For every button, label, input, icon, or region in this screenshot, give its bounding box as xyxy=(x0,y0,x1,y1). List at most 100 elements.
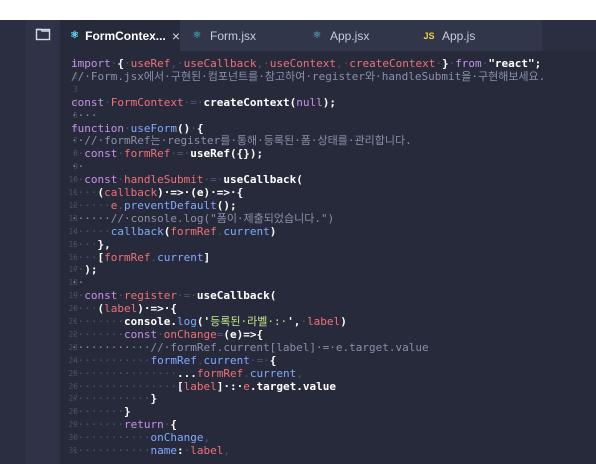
code-line[interactable]: 8 ··const·formRef·=·useRef({}); xyxy=(60,148,596,160)
code-token: current xyxy=(249,366,297,380)
code-text: ····(callback)·=>·(e)·=>·{ xyxy=(71,187,243,199)
code-token: createContext( xyxy=(203,95,297,109)
code-token: return xyxy=(123,418,164,432)
code-line[interactable]: 5 ···· xyxy=(60,109,596,122)
code-line[interactable]: 20 ····(label)·=>·{ xyxy=(60,303,596,315)
code-line[interactable]: 19 ··const·register·=·useCallback( xyxy=(60,290,596,302)
code-token: FormContext xyxy=(110,95,184,109)
code-text: ············formRef.current·=·{ xyxy=(71,353,277,367)
tab-label: App.jsx xyxy=(330,28,370,43)
code-line[interactable]: 16 ····[formRef.current] xyxy=(60,250,596,264)
code-line[interactable]: 18 ·· xyxy=(60,277,596,289)
code-text: ··); xyxy=(71,264,98,276)
explorer-panel[interactable] xyxy=(26,20,60,464)
code-token: useContext xyxy=(269,57,336,70)
code-text: ·· xyxy=(71,277,84,289)
react-icon: ⚛ xyxy=(192,30,202,41)
code-text: //·Form.jsx에서·구현된·컴포넌트를·참고하여·register와·h… xyxy=(71,69,546,83)
code-line[interactable]: 14 ······callback(formRef.current) xyxy=(60,225,596,238)
code-token: name xyxy=(150,444,177,457)
code-text: ··const·formRef·=·useRef({}); xyxy=(71,148,263,160)
code-token: const xyxy=(123,327,158,341)
code-line[interactable]: 22 ········const·onChange=(e)=>{ xyxy=(60,327,596,341)
code-text: ················...formRef.current, xyxy=(71,366,303,380)
code-token: null xyxy=(296,95,323,109)
code-line[interactable]: 1 import·{·useRef,·useCallback,·useContex… xyxy=(60,58,596,70)
code-line[interactable]: 2//·Form.jsx에서·구현된·컴포넌트를·참고하여·register와·… xyxy=(60,69,596,83)
code-token: const xyxy=(84,289,118,303)
code-token: useRef({}); xyxy=(190,147,264,161)
tab-bar: ⚛ FormContex... × ⚛ Form.jsx ⚛ App.jsx JS App.js xyxy=(60,20,596,51)
code-line[interactable]: 9 ·· xyxy=(60,161,596,173)
tab-label: Form.jsx xyxy=(210,28,256,43)
close-icon[interactable]: × xyxy=(172,28,180,44)
tab-2[interactable]: ⚛ Form.jsx xyxy=(180,20,300,51)
code-token: console. xyxy=(123,315,177,328)
code-token: · xyxy=(123,121,131,135)
tab-4[interactable]: JS App.js xyxy=(412,20,542,51)
code-line[interactable]: 13 ······//·console.log("폼이·제출되었습니다.") xyxy=(60,212,596,225)
tab-label: FormContex... xyxy=(85,28,166,43)
code-token: preventDefault xyxy=(124,198,217,212)
code-line[interactable]: 27 ············} xyxy=(60,393,596,405)
code-line[interactable]: 25 ················...formRef.current, xyxy=(60,366,596,380)
code-token: const xyxy=(84,147,118,161)
code-line[interactable]: 28 ········} xyxy=(60,406,596,418)
code-line[interactable]: 12 ······e.preventDefault(); xyxy=(60,198,596,212)
code-line[interactable]: 4 const·FormContext·=·createContext(null)… xyxy=(60,95,596,109)
code-token: useRef xyxy=(130,57,171,70)
code-token: ,· xyxy=(256,57,270,70)
tab-3[interactable]: ⚛ App.jsx xyxy=(300,20,412,51)
code-text: ············name:·label, xyxy=(71,445,230,457)
code-token: }, xyxy=(97,237,111,251)
code-line[interactable]: 24 ············formRef.current·=·{ xyxy=(60,353,596,367)
code-token: onChange xyxy=(150,431,204,445)
code-token: formRef xyxy=(150,353,197,367)
code-token: ,· xyxy=(335,57,350,70)
code-token: )·=>·{ xyxy=(137,302,177,316)
code-token: (' xyxy=(196,315,211,328)
code-token: current xyxy=(157,250,204,264)
code-line[interactable]: 26 ················[label]·:·e.target.val… xyxy=(60,379,596,393)
code-token: from xyxy=(455,57,482,70)
code-token: //·Form.jsx에서·구현된·컴포넌트를·참고하여·register와·h… xyxy=(71,69,546,83)
code-token: ] xyxy=(203,250,211,264)
code-text: ··const·register·=·useCallback( xyxy=(71,290,276,302)
code-token: 등록된·라벨·:· xyxy=(210,315,288,328)
code-token: ········ xyxy=(71,405,124,419)
files-icon[interactable] xyxy=(35,27,51,41)
js-icon: JS xyxy=(423,30,435,41)
code-token: : xyxy=(176,444,184,457)
code-line[interactable]: 21 ········console.log('등록된·라벨·:·',·label… xyxy=(60,316,596,328)
react-icon: ⚛ xyxy=(70,30,80,41)
code-token: · xyxy=(157,327,164,341)
code-token: { xyxy=(269,353,277,367)
code-line[interactable]: 6 function·useForm()·{ xyxy=(60,121,596,135)
code-token: import xyxy=(71,57,111,70)
code-text: ············//·formRef.current[label]·=·… xyxy=(71,341,429,354)
code-line[interactable]: 3 xyxy=(60,84,596,96)
code-line[interactable]: 23 ············//·formRef.current[label]·… xyxy=(60,341,596,354)
tab-1[interactable]: ⚛ FormContex... × xyxy=(60,20,180,51)
code-line[interactable]: 10 ··const·handleSubmit·=·useCallback( xyxy=(60,174,596,186)
code-line[interactable]: 17 ··); xyxy=(60,264,596,276)
code-token: formRef xyxy=(104,250,151,264)
code-token: ·· xyxy=(71,160,85,174)
code-token: ········ xyxy=(71,327,124,341)
code-line[interactable]: 31 ············name:·label, xyxy=(60,445,596,457)
code-line[interactable]: 30 ············onChange, xyxy=(60,432,596,444)
code-token: ········ xyxy=(71,315,124,328)
code-text: ····(label)·=>·{ xyxy=(71,303,177,315)
code-token: useCallback( xyxy=(196,289,277,303)
code-editor[interactable]: 1 import·{·useRef,·useCallback,·useContex… xyxy=(60,51,596,464)
code-token: ·=· xyxy=(176,289,197,303)
code-token: ···· xyxy=(71,250,98,264)
code-line[interactable]: 29 ········return·{ xyxy=(60,419,596,431)
code-token: ]·:· xyxy=(216,379,244,393)
code-token: ·· xyxy=(71,173,85,187)
code-line[interactable]: 7 ··//·formRef는·register를·통해·등록된·폼·상태를·관리… xyxy=(60,135,596,147)
code-token: ·=· xyxy=(170,147,191,161)
code-line[interactable]: 15 ····}, xyxy=(60,237,596,251)
code-line[interactable]: 11 ····(callback)·=>·(e)·=>·{ xyxy=(60,187,596,199)
code-token: current xyxy=(203,353,250,367)
